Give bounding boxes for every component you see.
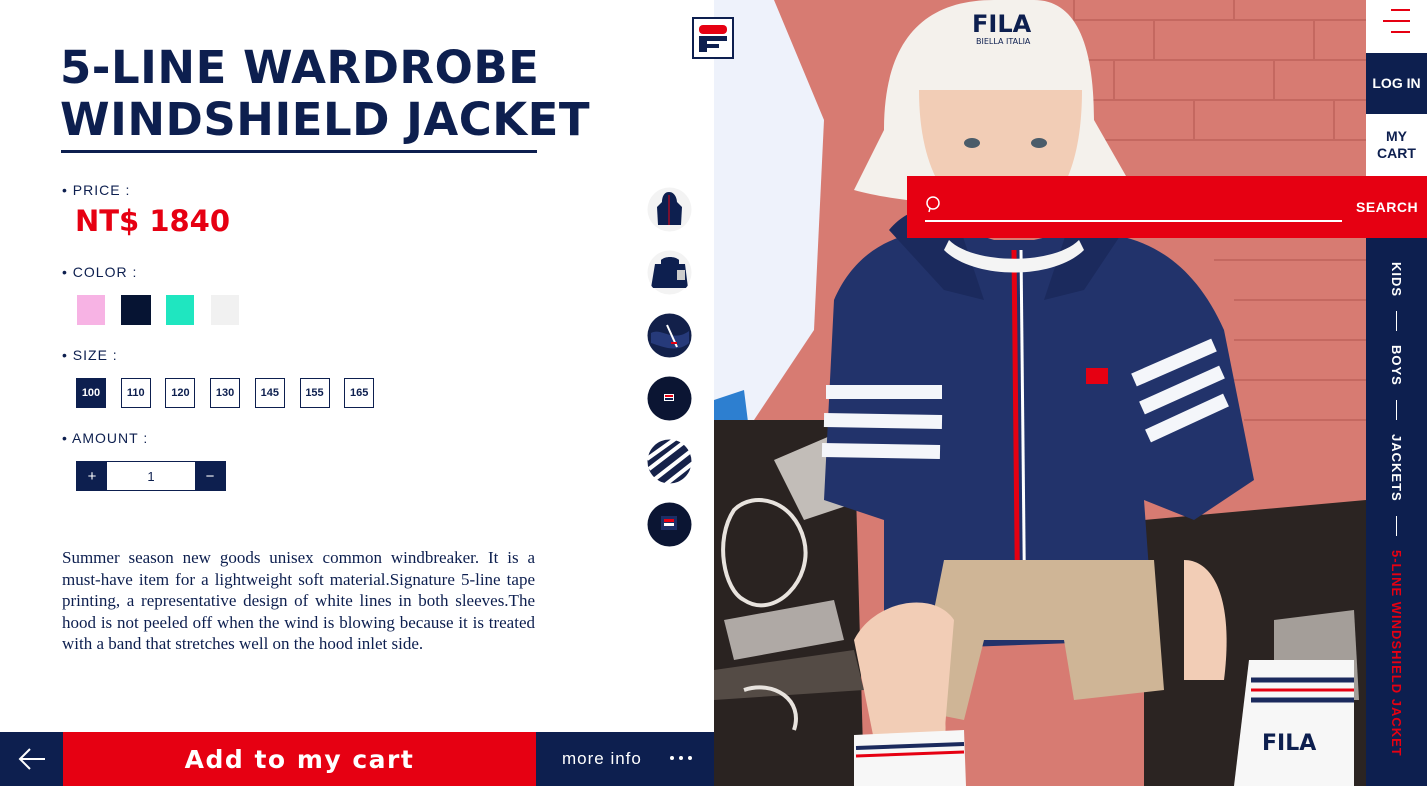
more-dots-icon xyxy=(670,756,692,760)
breadcrumb: KIDS BOYS JACKETS 5-LINE WINDSHIELD JACK… xyxy=(1366,262,1427,756)
back-button[interactable] xyxy=(0,732,63,786)
title-underline xyxy=(61,150,537,153)
hat-logo-sub: BIELLA ITALIA xyxy=(976,37,1031,46)
more-info-button[interactable]: more info xyxy=(536,732,714,786)
hat-logo-text: FILA xyxy=(972,10,1032,38)
search-bar: SEARCH xyxy=(907,176,1427,238)
thumbnail-6[interactable] xyxy=(647,502,692,547)
thumbnail-2[interactable] xyxy=(647,250,692,295)
size-option-120[interactable]: 120 xyxy=(165,378,196,408)
fila-logo[interactable] xyxy=(692,17,734,59)
thumbnail-5[interactable] xyxy=(647,439,692,484)
size-option-110[interactable]: 110 xyxy=(120,378,151,408)
increase-button[interactable]: + xyxy=(77,462,107,490)
size-option-165[interactable]: 165 xyxy=(344,378,375,408)
thumbnail-3[interactable] xyxy=(647,313,692,358)
breadcrumb-boys[interactable]: BOYS xyxy=(1389,345,1404,386)
product-title-line1: 5-LINE WARDROBE xyxy=(60,41,540,94)
quantity-value[interactable]: 1 xyxy=(107,462,195,490)
search-underline xyxy=(925,220,1342,222)
decrease-button[interactable]: − xyxy=(195,462,225,490)
breadcrumb-separator xyxy=(1395,399,1398,420)
quantity-stepper: + 1 − xyxy=(76,461,226,491)
size-option-145[interactable]: 145 xyxy=(254,378,285,408)
product-description: Summer season new goods unisex common wi… xyxy=(62,548,535,653)
size-label: • SIZE : xyxy=(62,347,118,363)
login-button[interactable]: LOG IN xyxy=(1366,53,1427,114)
search-icon xyxy=(926,196,940,213)
product-panel: 5-LINE WARDROBE WINDSHIELD JACKET • PRIC… xyxy=(0,0,714,786)
size-option-100[interactable]: 100 xyxy=(76,378,106,408)
search-button[interactable]: SEARCH xyxy=(1356,199,1418,215)
arrow-left-icon xyxy=(18,748,45,770)
hamburger-menu-icon xyxy=(1383,9,1410,33)
size-option-155[interactable]: 155 xyxy=(299,378,330,408)
color-swatch[interactable] xyxy=(77,295,105,325)
search-input[interactable] xyxy=(951,192,1336,218)
breadcrumb-separator xyxy=(1395,515,1398,536)
product-title-line2: WINDSHIELD JACKET xyxy=(60,93,591,146)
price-label: • PRICE : xyxy=(62,182,131,198)
thumbnail-1[interactable] xyxy=(647,187,692,232)
color-swatch[interactable] xyxy=(166,295,194,325)
sock-logo-text: FILA xyxy=(1262,731,1316,756)
menu-button[interactable] xyxy=(1366,0,1427,53)
size-option-130[interactable]: 130 xyxy=(210,378,241,408)
amount-label: • AMOUNT : xyxy=(62,430,149,446)
breadcrumb-current: 5-LINE WINDSHIELD JACKET xyxy=(1389,549,1404,757)
my-cart-button[interactable]: MY CART xyxy=(1366,114,1427,176)
color-swatch[interactable] xyxy=(211,295,239,325)
breadcrumb-jackets[interactable]: JACKETS xyxy=(1389,434,1404,502)
color-swatch[interactable] xyxy=(121,295,151,325)
thumbnail-4[interactable] xyxy=(647,376,692,421)
color-label: • COLOR : xyxy=(62,264,138,280)
price-value: NT$ 1840 xyxy=(75,204,231,238)
breadcrumb-separator xyxy=(1395,311,1398,332)
product-title: 5-LINE WARDROBE WINDSHIELD JACKET xyxy=(60,42,590,146)
more-info-label: more info xyxy=(562,749,642,768)
breadcrumb-kids[interactable]: KIDS xyxy=(1389,262,1404,297)
add-to-cart-button[interactable]: Add to my cart xyxy=(63,732,536,786)
product-photo: FILA BIELLA ITALIA FILA xyxy=(714,0,1366,786)
